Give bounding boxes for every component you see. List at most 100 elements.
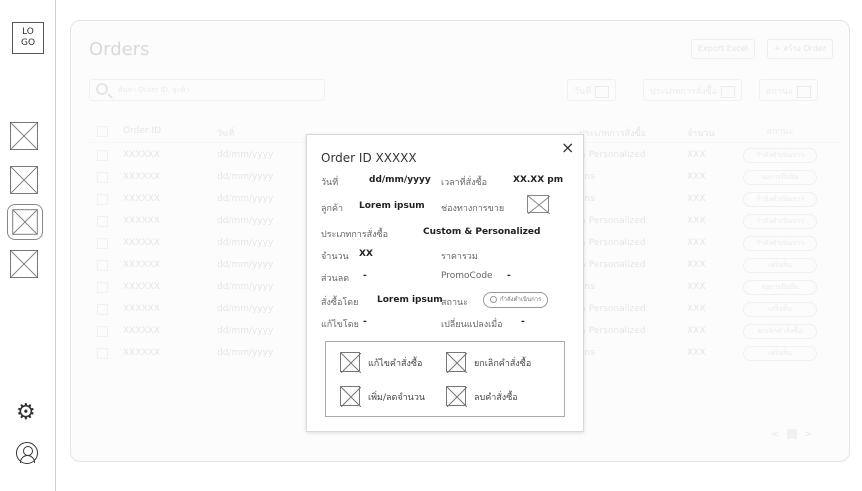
status-label: สถานะ — [441, 298, 468, 308]
type-cell: & Personalized — [579, 260, 646, 270]
delete-icon — [446, 386, 468, 408]
sidebar-item-2[interactable] — [10, 166, 38, 194]
action-box: แก้ไขคำสั่งซื้อ ยกเลิกคำสั่งซื้อ เพิ่ม/ล… — [325, 341, 565, 417]
channel-label: ช่องทางการขาย — [441, 204, 505, 214]
row-discount-promo: ส่วนลด - PromoCode - — [307, 271, 585, 291]
date-cell: dd/mm/yyyy — [217, 238, 274, 248]
sidebar-item-3-active[interactable] — [7, 204, 43, 240]
close-icon[interactable]: × — [561, 138, 574, 157]
search-placeholder: ค้นหา Order ID, ลูกค้า — [118, 86, 190, 94]
row-qty-total: จำนวน XX ราคารวม — [307, 249, 585, 269]
delete-order-label: ลบคำสั่งซื้อ — [474, 393, 518, 403]
row-customer-channel: ลูกค้า Lorem ipsum ช่องทางการขาย — [307, 195, 585, 219]
cancel-order-label: ยกเลิกคำสั่งซื้อ — [474, 359, 532, 369]
date-label: วันที่ — [321, 178, 339, 188]
filter-label: สถานะ — [766, 87, 793, 97]
changed-at-value: - — [521, 317, 525, 327]
row-checkbox[interactable] — [97, 304, 108, 315]
row-ordered-by-status: สั่งซื้อโดย Lorem ipsum สถานะ กำลังดำเนิ… — [307, 292, 585, 313]
create-order-button[interactable]: + สร้าง Order — [767, 39, 834, 59]
row-checkbox[interactable] — [97, 282, 108, 293]
column-header-status: สถานะ — [766, 127, 794, 137]
select-all-checkbox[interactable] — [97, 126, 108, 137]
status-badge: รอการยืนยัน — [743, 170, 817, 185]
qty-value: XX — [359, 249, 373, 259]
qty-cell: XXX — [687, 172, 706, 182]
column-header-type: ประเภทการสั่งซื้อ — [579, 129, 647, 139]
customer-value: Lorem ipsum — [359, 201, 425, 211]
row-checkbox[interactable] — [97, 348, 108, 359]
channel-image — [527, 195, 551, 215]
order-id-cell: XXXXXX — [123, 348, 160, 358]
total-label: ราคารวม — [441, 252, 478, 262]
current-page-indicator[interactable] — [786, 429, 797, 439]
placeholder-icon — [12, 209, 38, 235]
edited-by-label: แก้ไขโดย — [321, 320, 359, 330]
status-badge: เสร็จสิ้น — [743, 258, 817, 273]
discount-value: - — [363, 271, 367, 281]
type-cell: & Personalized — [579, 216, 646, 226]
date-cell: dd/mm/yyyy — [217, 194, 274, 204]
order-id-cell: XXXXXX — [123, 260, 160, 270]
date-cell: dd/mm/yyyy — [217, 172, 274, 182]
row-checkbox[interactable] — [97, 238, 108, 249]
row-checkbox[interactable] — [97, 216, 108, 227]
status-dot-icon — [490, 296, 497, 303]
status-badge: เสร็จสิ้น — [743, 302, 817, 317]
column-header-id: Order ID — [123, 126, 162, 136]
chevron-up-icon — [796, 85, 811, 98]
status-value: กำลังดำเนินการ — [500, 296, 542, 303]
sidebar-item-4[interactable] — [10, 250, 38, 278]
status-badge: ยกเลิกคำสั่งซื้อ — [743, 324, 817, 339]
filter-date[interactable]: วันที่ — [567, 79, 617, 101]
order-detail-modal: Order ID XXXXX × วันที่ dd/mm/yyyy เวลาท… — [306, 134, 584, 432]
gear-icon[interactable]: ⚙ — [16, 402, 36, 424]
changed-at-label: เปลี่ยนแปลงเมื่อ — [441, 320, 503, 330]
date-cell: dd/mm/yyyy — [217, 282, 274, 292]
order-id-cell: XXXXXX — [123, 282, 160, 292]
qty-cell: XXX — [687, 238, 706, 248]
filter-type[interactable]: ประเภทการสั่งซื้อ — [643, 79, 743, 101]
status-badge: กำลังดำเนินการ — [483, 292, 549, 308]
row-checkbox[interactable] — [97, 194, 108, 205]
date-cell: dd/mm/yyyy — [217, 348, 274, 358]
row-checkbox[interactable] — [97, 260, 108, 271]
next-page-button[interactable]: > — [804, 429, 812, 440]
order-id-cell: XXXXXX — [123, 172, 160, 182]
row-date-time: วันที่ dd/mm/yyyy เวลาที่สั่งซื้อ XX.XX … — [307, 175, 585, 195]
qty-cell: XXX — [687, 194, 706, 204]
type-label: ประเภทการสั่งซื้อ — [321, 230, 389, 240]
chevron-up-icon — [721, 85, 736, 98]
order-id-cell: XXXXXX — [123, 216, 160, 226]
placeholder-icon — [11, 167, 37, 193]
date-cell: dd/mm/yyyy — [217, 260, 274, 270]
user-icon[interactable] — [16, 442, 38, 464]
qty-cell: XXX — [687, 348, 706, 358]
type-cell: & Personalized — [579, 304, 646, 314]
row-checkbox[interactable] — [97, 150, 108, 161]
order-id-cell: XXXXXX — [123, 326, 160, 336]
export-excel-button[interactable]: Export Excel — [691, 39, 755, 59]
qty-cell: XXX — [687, 260, 706, 270]
modal-title: Order ID XXXXX — [321, 151, 417, 165]
pagination: < > — [771, 429, 812, 440]
date-cell: dd/mm/yyyy — [217, 150, 274, 160]
date-cell: dd/mm/yyyy — [217, 304, 274, 314]
row-type: ประเภทการสั่งซื้อ Custom & Personalized — [307, 227, 585, 247]
status-badge: กำลังดำเนินการ — [743, 192, 817, 207]
prev-page-button[interactable]: < — [771, 429, 779, 440]
time-label: เวลาที่สั่งซื้อ — [441, 178, 488, 188]
date-value: dd/mm/yyyy — [369, 175, 431, 185]
adjust-qty-label: เพิ่ม/ลดจำนวน — [368, 393, 426, 403]
row-checkbox[interactable] — [97, 172, 108, 183]
sidebar-item-1[interactable] — [10, 122, 38, 150]
row-edited-changed: แก้ไขโดย - เปลี่ยนแปลงเมื่อ - — [307, 317, 585, 337]
type-cell: & Personalized — [579, 238, 646, 248]
filter-status[interactable]: สถานะ — [759, 79, 818, 101]
order-id-cell: XXXXXX — [123, 194, 160, 204]
ordered-by-value: Lorem ipsum — [377, 295, 443, 305]
search-input[interactable]: ค้นหา Order ID, ลูกค้า — [89, 79, 325, 101]
customer-label: ลูกค้า — [321, 204, 344, 214]
status-badge: กำลังดำเนินการ — [743, 148, 817, 163]
row-checkbox[interactable] — [97, 326, 108, 337]
